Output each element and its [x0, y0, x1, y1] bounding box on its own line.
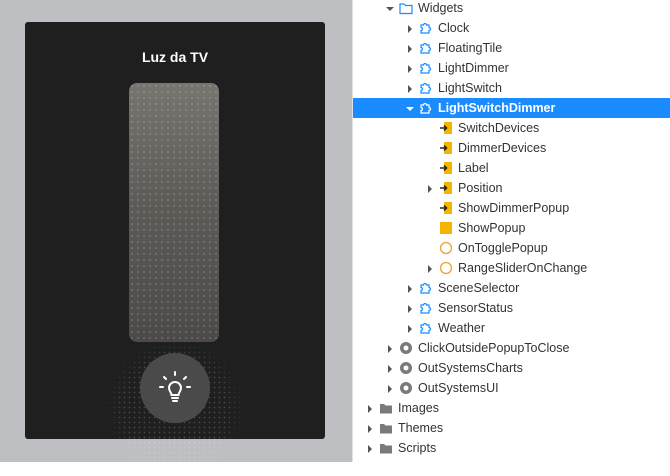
tree-item-scripts[interactable]: Scripts [353, 438, 670, 458]
tree-item-label: OutSystemsUI [418, 381, 499, 395]
module-icon [399, 381, 413, 395]
tree-item-switch-devices[interactable]: SwitchDevices [353, 118, 670, 138]
chevron-right-icon[interactable] [405, 283, 415, 293]
tree-item-on-toggle-popup[interactable]: OnTogglePopup [353, 238, 670, 258]
tree-item-light-dimmer[interactable]: LightDimmer [353, 58, 670, 78]
chevron-right-icon[interactable] [405, 63, 415, 73]
light-switch-dimmer-card: Luz da TV [25, 22, 325, 476]
tree-item-clock[interactable]: Clock [353, 18, 670, 38]
tree-item-light-switch[interactable]: LightSwitch [353, 78, 670, 98]
tree-item-scene-selector[interactable]: SceneSelector [353, 278, 670, 298]
tree-item-out-systems-charts[interactable]: OutSystemsCharts [353, 358, 670, 378]
tree-item-out-systems-ui[interactable]: OutSystemsUI [353, 378, 670, 398]
chevron-right-icon[interactable] [405, 303, 415, 313]
tree-item-label: FloatingTile [438, 41, 503, 55]
chevron-right-icon[interactable] [385, 343, 395, 353]
tree-item-label: LightSwitch [438, 81, 502, 95]
tree-item-themes[interactable]: Themes [353, 418, 670, 438]
chevron-down-icon[interactable] [405, 103, 415, 113]
tree-item-label: DimmerDevices [458, 141, 547, 155]
tree-item-label: Widgets [418, 1, 464, 15]
event-icon [439, 261, 453, 275]
lightbulb-icon [159, 371, 191, 402]
chevron-right-icon[interactable] [365, 443, 375, 453]
chevron-right-icon[interactable] [425, 183, 435, 193]
tree-item-weather[interactable]: Weather [353, 318, 670, 338]
tree-item-label: Images [398, 401, 439, 415]
tree-item-label: SwitchDevices [458, 121, 540, 135]
tree-item-label: LightDimmer [438, 61, 509, 75]
chevron-right-icon[interactable] [405, 83, 415, 93]
tree-item-label: ShowDimmerPopup [458, 201, 570, 215]
folder-icon [379, 401, 393, 415]
module-icon [399, 361, 413, 375]
tree-item-floating-tile[interactable]: FloatingTile [353, 38, 670, 58]
block-icon [419, 281, 433, 295]
chevron-right-icon[interactable] [385, 363, 395, 373]
chevron-right-icon[interactable] [405, 323, 415, 333]
tree-item-widgets[interactable]: Widgets [353, 0, 670, 18]
folder-icon [379, 421, 393, 435]
input-parameter-icon [439, 181, 453, 195]
block-icon [419, 81, 433, 95]
chevron-right-icon[interactable] [405, 23, 415, 33]
tree-item-light-switch-dimmer[interactable]: LightSwitchDimmer [353, 98, 670, 118]
dimmer-slider[interactable] [129, 83, 219, 342]
light-toggle-button[interactable] [140, 353, 210, 423]
tree-item-label: Label [458, 161, 489, 175]
input-parameter-icon [439, 121, 453, 135]
tree-item-label[interactable]: Label [353, 158, 670, 178]
tree-item-click-outside-popup-to-close[interactable]: ClickOutsidePopupToClose [353, 338, 670, 358]
block-icon [419, 101, 433, 115]
tree-item-label: SceneSelector [438, 281, 520, 295]
widget-preview-pane: Luz da TV [0, 0, 352, 476]
input-parameter-icon [439, 201, 453, 215]
tree-item-show-dimmer-popup[interactable]: ShowDimmerPopup [353, 198, 670, 218]
chevron-right-icon[interactable] [425, 263, 435, 273]
chevron-right-icon[interactable] [405, 43, 415, 53]
tree-item-label: OnTogglePopup [458, 241, 548, 255]
tree-item-label: LightSwitchDimmer [438, 101, 556, 115]
tree-item-label: Position [458, 181, 503, 195]
tree-item-label: OutSystemsCharts [418, 361, 523, 375]
tree-item-images[interactable]: Images [353, 398, 670, 418]
folder-open-icon [399, 1, 413, 15]
tree-item-label: SensorStatus [438, 301, 514, 315]
tree-item-label: Themes [398, 421, 444, 435]
elements-tree: Widgets Clock FloatingTile LightDimmer Light… [353, 0, 670, 462]
block-icon [419, 321, 433, 335]
folder-icon [379, 441, 393, 455]
local-variable-icon [439, 221, 453, 235]
event-icon [439, 241, 453, 255]
tree-item-label: ShowPopup [458, 221, 526, 235]
block-icon [419, 21, 433, 35]
chevron-down-icon[interactable] [385, 3, 395, 13]
chevron-right-icon[interactable] [385, 383, 395, 393]
block-icon [419, 41, 433, 55]
input-parameter-icon [439, 141, 453, 155]
input-parameter-icon [439, 161, 453, 175]
module-icon [399, 341, 413, 355]
tree-item-label: Clock [438, 21, 470, 35]
tree-item-position[interactable]: Position [353, 178, 670, 198]
block-icon [419, 301, 433, 315]
chevron-right-icon[interactable] [365, 403, 375, 413]
tree-item-label: ClickOutsidePopupToClose [418, 341, 570, 355]
block-icon [419, 61, 433, 75]
tree-item-dimmer-devices[interactable]: DimmerDevices [353, 138, 670, 158]
tree-item-show-popup[interactable]: ShowPopup [353, 218, 670, 238]
card-title: Luz da TV [141, 49, 209, 65]
tree-item-sensor-status[interactable]: SensorStatus [353, 298, 670, 318]
tree-item-range-slider-on-change[interactable]: RangeSliderOnChange [353, 258, 670, 278]
tree-item-label: Scripts [398, 441, 437, 455]
chevron-right-icon[interactable] [365, 423, 375, 433]
tree-item-label: Weather [438, 321, 486, 335]
tree-item-label: RangeSliderOnChange [458, 261, 588, 275]
